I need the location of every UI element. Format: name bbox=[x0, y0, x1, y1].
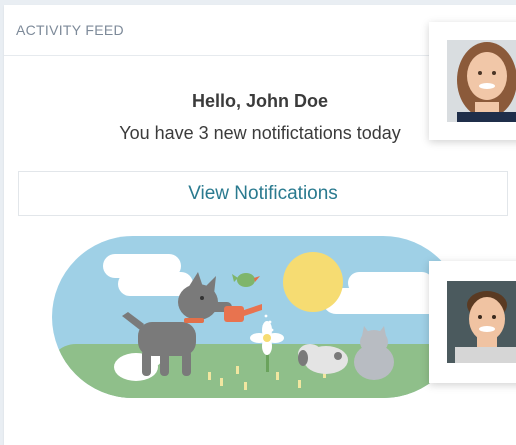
activity-feed-title: ACTIVITY FEED bbox=[16, 22, 124, 38]
view-notifications-button[interactable]: View Notifications bbox=[18, 171, 508, 216]
female-avatar bbox=[447, 40, 516, 122]
male-avatar bbox=[447, 281, 516, 363]
avatar-card[interactable] bbox=[429, 22, 516, 140]
dog-garden-illustration bbox=[52, 236, 464, 398]
avatar-card[interactable] bbox=[429, 261, 516, 383]
